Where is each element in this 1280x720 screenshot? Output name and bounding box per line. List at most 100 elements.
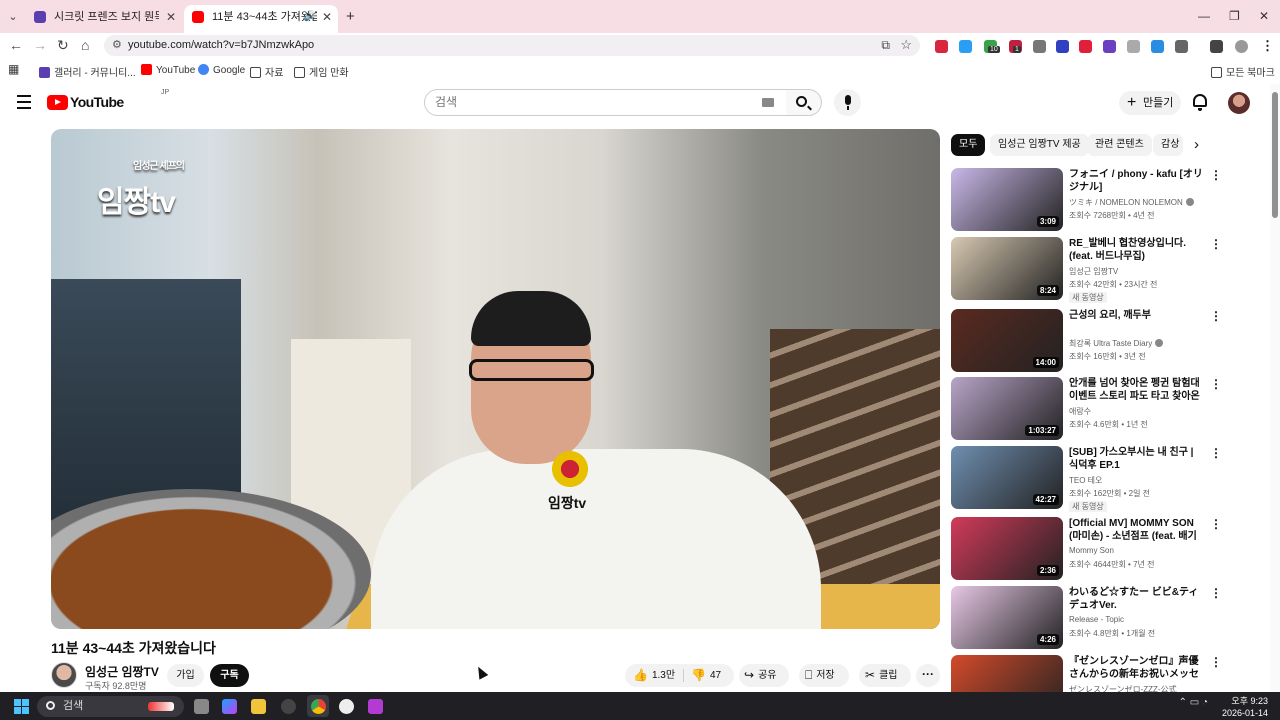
recommended-video[interactable]: 8:24 RE_발베니 협찬영상입니다. (feat. 버드나무집) 임성근 임짱T…: [951, 237, 1223, 303]
recommended-video[interactable]: 2:36 [Official MV] MOMMY SON (마미손) - 소년점프…: [951, 517, 1223, 583]
hamburger-menu-icon[interactable]: [17, 95, 31, 113]
recommended-channel[interactable]: 최강록 Ultra Taste Diary: [1069, 338, 1164, 349]
app-icon[interactable]: [339, 699, 354, 714]
chip-watched[interactable]: 감상: [1153, 134, 1183, 156]
video-player[interactable]: 임성근 셰프의 임짱tv 임짱tv: [51, 129, 940, 629]
home-icon[interactable]: ⌂: [81, 37, 89, 53]
bookmark-item[interactable]: Google: [198, 64, 245, 76]
more-options-icon[interactable]: ⋮: [1210, 655, 1222, 669]
more-options-icon[interactable]: ⋮: [1210, 446, 1222, 460]
tab-close-icon[interactable]: ✕: [322, 5, 332, 29]
recommended-video-title[interactable]: [Official MV] MOMMY SON (마미손) - 소년점프 (fe…: [1069, 517, 1205, 543]
windows-start-icon[interactable]: [14, 699, 29, 714]
voice-search-button[interactable]: [834, 89, 861, 116]
speaker-icon[interactable]: 🔊: [304, 5, 316, 29]
recommended-channel[interactable]: 애랑수: [1069, 406, 1091, 417]
recommended-channel[interactable]: Mommy Son: [1069, 546, 1114, 555]
recommended-video-title[interactable]: RE_발베니 협찬영상입니다. (feat. 버드나무집): [1069, 237, 1205, 263]
browser-tab-2[interactable]: 11분 43~44초 가져왔습니다 🔊 ✕: [184, 5, 338, 33]
video-thumbnail[interactable]: 42:27: [951, 446, 1063, 509]
video-thumbnail[interactable]: 4:26: [951, 586, 1063, 649]
apps-grid-icon[interactable]: ▦: [8, 62, 19, 76]
page-scrollbar[interactable]: [1270, 84, 1280, 692]
more-options-icon[interactable]: ⋮: [1210, 309, 1222, 323]
share-button[interactable]: ↪ 공유: [739, 664, 789, 687]
address-bar[interactable]: ⚙ youtube.com/watch?v=b7JNmzwkApo ⧉ ☆: [104, 35, 920, 56]
recommended-video[interactable]: 42:27 [SUB] 가스오부시는 내 친구 | 식덕후 EP.1 TEO 테오 조…: [951, 446, 1223, 512]
more-options-icon[interactable]: ⋮: [1210, 586, 1222, 600]
more-options-icon[interactable]: ⋮: [1210, 517, 1222, 531]
steam-icon[interactable]: [281, 699, 296, 714]
extension-icon[interactable]: [1033, 40, 1046, 53]
chip-all[interactable]: 모두: [951, 134, 986, 156]
recommended-channel[interactable]: ツミキ / NOMELON NOLEMON: [1069, 197, 1194, 208]
reload-icon[interactable]: ↻: [57, 37, 69, 54]
kebab-menu-icon[interactable]: ⋮: [1261, 38, 1274, 54]
bookmark-item[interactable]: YouTube: [141, 64, 195, 76]
install-app-icon[interactable]: ⧉: [881, 38, 890, 53]
extension-icon[interactable]: [1151, 40, 1164, 53]
bookmark-folder[interactable]: 게임 만화: [294, 64, 349, 79]
channel-avatar[interactable]: [51, 662, 77, 688]
copilot-icon[interactable]: [222, 699, 237, 714]
video-thumbnail[interactable]: 1:03:27: [951, 377, 1063, 440]
notifications-bell-icon[interactable]: [1193, 94, 1207, 111]
profile-icon[interactable]: [1235, 40, 1248, 53]
extension-icon[interactable]: [1056, 40, 1069, 53]
video-thumbnail[interactable]: 8:24: [951, 237, 1063, 300]
subscribe-button[interactable]: 구독: [210, 664, 249, 687]
tab-search-chevron-icon[interactable]: ⌄: [4, 8, 22, 26]
extension-icon[interactable]: [1079, 40, 1092, 53]
bookmark-folder[interactable]: 자료: [250, 64, 283, 79]
join-button[interactable]: 가입: [167, 664, 204, 687]
browser-tab-1[interactable]: 시크릿 프렌즈 보지 뭔득 쿠키 ✕: [26, 5, 182, 33]
like-button[interactable]: 👍 1.3만: [633, 664, 675, 687]
account-avatar[interactable]: [1228, 92, 1250, 114]
system-tray-icons[interactable]: ⌃ ▭ ◔: [1179, 697, 1208, 708]
search-button[interactable]: [786, 89, 822, 116]
clock[interactable]: 오후 9:23 2026-01-14: [1222, 695, 1268, 719]
back-icon[interactable]: ←: [9, 37, 23, 53]
more-options-icon[interactable]: ⋮: [1210, 377, 1222, 391]
restore-icon[interactable]: ❐: [1229, 9, 1240, 23]
app-icon[interactable]: [368, 699, 383, 714]
extension-icon[interactable]: [1103, 40, 1116, 53]
media-control-icon[interactable]: [1210, 40, 1223, 53]
recommended-video-title[interactable]: わいるど☆すたー ビビ&ティデュオVer.: [1069, 586, 1205, 612]
recommended-channel[interactable]: TEO 테오: [1069, 475, 1102, 486]
recommended-video-title[interactable]: [SUB] 가스오부시는 내 친구 | 식덕후 EP.1: [1069, 446, 1205, 472]
extension-icon[interactable]: [1127, 40, 1140, 53]
recommended-video-title[interactable]: フォニイ / phony - kafu [オリジナル]: [1069, 168, 1205, 194]
search-input[interactable]: [435, 95, 735, 109]
recommended-video-title[interactable]: 『ゼンレスゾーンゼロ』声優さんからの新年お祝いメッセー...: [1069, 655, 1205, 681]
site-info-icon[interactable]: ⚙: [112, 38, 122, 51]
chip-related[interactable]: 관련 콘텐츠: [1087, 134, 1152, 156]
new-tab-button[interactable]: +: [346, 8, 355, 25]
recommended-video[interactable]: 3:09 フォニイ / phony - kafu [オリジナル] ツミキ / NOM…: [951, 168, 1223, 234]
recommended-channel[interactable]: Release - Topic: [1069, 615, 1124, 624]
video-thumbnail[interactable]: 14:00: [951, 309, 1063, 372]
close-window-icon[interactable]: ✕: [1259, 9, 1269, 23]
url-text[interactable]: youtube.com/watch?v=b7JNmzwkApo: [128, 39, 314, 51]
recommended-video[interactable]: 4:26 わいるど☆すたー ビビ&ティデュオVer. Release - Topic…: [951, 586, 1223, 652]
bookmark-star-icon[interactable]: ☆: [900, 37, 912, 53]
dislike-button[interactable]: 👎 47: [691, 664, 721, 687]
bookmark-item[interactable]: 갤러리 - 커뮤니티...: [39, 64, 136, 79]
minimize-icon[interactable]: —: [1198, 9, 1210, 23]
chevron-right-icon[interactable]: ›: [1194, 136, 1199, 153]
recommended-video-title[interactable]: 근성의 요리, 깨두부: [1069, 309, 1205, 322]
save-button[interactable]: ⎕ 저장: [799, 664, 849, 687]
scrollbar-thumb[interactable]: [1272, 92, 1278, 218]
channel-name[interactable]: 임성근 임짱TV: [85, 663, 159, 680]
task-view-icon[interactable]: [194, 699, 209, 714]
more-options-icon[interactable]: ⋮: [1210, 237, 1222, 251]
extension-icon[interactable]: [935, 40, 948, 53]
recommended-video[interactable]: 1:03:27 안개를 넘어 찾아온 펭귄 탐험대 이벤트 스토리 파도 타고 찾…: [951, 377, 1223, 443]
taskbar-search[interactable]: 검색: [37, 696, 184, 717]
video-thumbnail[interactable]: 3:09: [951, 168, 1063, 231]
forward-icon[interactable]: →: [33, 37, 47, 53]
tab-close-icon[interactable]: ✕: [166, 5, 176, 29]
extensions-puzzle-icon[interactable]: [1175, 40, 1188, 53]
recommended-channel[interactable]: 임성근 임짱TV: [1069, 266, 1118, 277]
more-actions-icon[interactable]: ···: [916, 664, 940, 687]
